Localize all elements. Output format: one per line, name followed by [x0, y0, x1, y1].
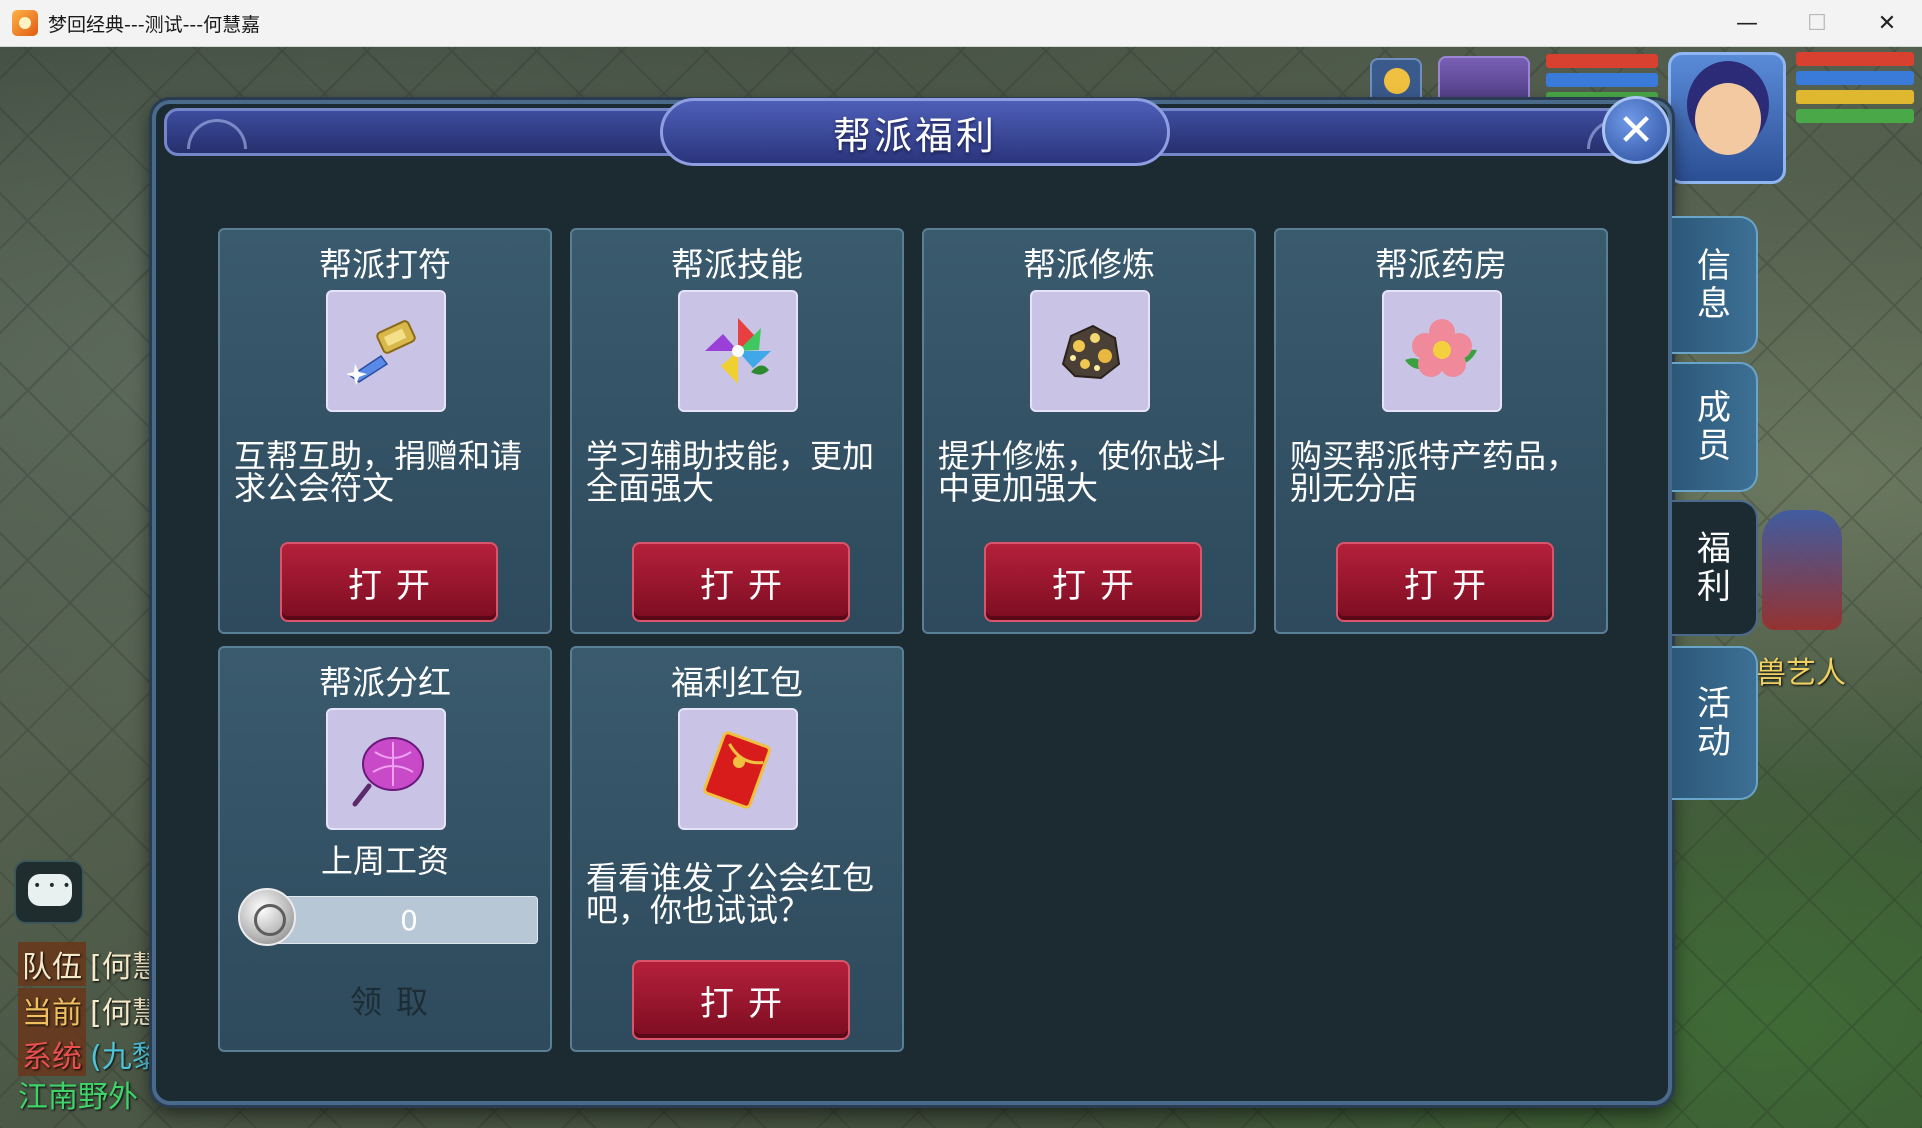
card-guild-skills: 帮派技能 学习辅助技能，更加全面强大 打开 — [570, 228, 904, 634]
dialog-close-button[interactable]: ✕ — [1602, 96, 1670, 164]
pet-mp-bar — [1546, 73, 1658, 87]
chat-bubble-icon[interactable] — [14, 860, 84, 924]
salary-amount-field: 0 — [260, 896, 538, 944]
minimize-button[interactable]: — — [1712, 0, 1782, 47]
card-title: 福利红包 — [671, 663, 803, 702]
maximize-button[interactable]: ☐ — [1782, 0, 1852, 47]
red-envelope-icon — [678, 708, 798, 830]
window-title: 梦回经典---测试---何慧嘉 — [48, 13, 261, 36]
chat-line: 当前 [何慧 — [18, 988, 162, 1032]
card-description: 学习辅助技能，更加全面强大 — [586, 437, 875, 507]
tab-activities[interactable]: 活 动 — [1672, 646, 1758, 800]
open-guild-pharmacy-button[interactable]: 打开 — [1336, 542, 1554, 622]
window-close-button[interactable]: ✕ — [1852, 0, 1922, 47]
card-title: 帮派修炼 — [1023, 245, 1155, 284]
dialog-title-plate: 帮派福利 — [660, 98, 1170, 166]
pet-avatar[interactable] — [1438, 56, 1530, 106]
player-mp-bar — [1796, 71, 1914, 85]
chat-channel: 当前 — [18, 988, 86, 1032]
npc-name: 兽艺人 — [1756, 656, 1846, 691]
open-red-packet-button[interactable]: 打开 — [632, 960, 850, 1040]
silver-coin-icon — [238, 888, 296, 946]
card-title: 帮派技能 — [671, 245, 803, 284]
last-week-salary-label: 上周工资 — [320, 842, 449, 880]
chat-line: 系统 (九黎 — [18, 1032, 162, 1076]
card-title: 帮派分红 — [319, 663, 451, 702]
card-description: 提升修炼，使你战斗中更加强大 — [938, 437, 1227, 507]
claim-dividend-button[interactable]: 领取 — [280, 972, 498, 1028]
card-guild-pharmacy: 帮派药房 购买帮派特产药品，别无分店 打开 — [1274, 228, 1608, 634]
chat-text: [何慧 — [90, 950, 162, 985]
chat-text: (九黎 — [90, 1040, 162, 1075]
tab-info[interactable]: 信 息 — [1672, 216, 1758, 354]
window-controls: — ☐ ✕ — [1712, 0, 1922, 47]
talisman-icon — [326, 290, 446, 412]
card-description: 互帮互助，捐赠和请求公会符文 — [234, 437, 523, 507]
chat-location: 江南野外 — [18, 1080, 138, 1115]
app-icon — [12, 10, 38, 36]
player-status-bars — [1796, 52, 1914, 128]
pet-portrait[interactable] — [1370, 58, 1422, 104]
dialog-title: 帮派福利 — [832, 113, 997, 158]
purse-icon — [326, 708, 446, 830]
guild-benefits-dialog: 帮派福利 ✕ 帮派打符 互帮互助，捐赠和请求公会符文 打开 帮派技能 学习辅助技… — [152, 96, 1672, 1105]
open-guild-cultivation-button[interactable]: 打开 — [984, 542, 1202, 622]
chat-channel: 队伍 — [18, 942, 86, 986]
card-guild-talisman: 帮派打符 互帮互助，捐赠和请求公会符文 打开 — [218, 228, 552, 634]
card-guild-dividend: 帮派分红 上周工资 0 领取 — [218, 646, 552, 1052]
pet-hp-bar — [1546, 54, 1658, 68]
window-titlebar: 梦回经典---测试---何慧嘉 — ☐ ✕ — [0, 0, 1922, 47]
tab-members[interactable]: 成 员 — [1672, 362, 1758, 492]
card-description: 看看谁发了公会红包吧，你也试试？ — [586, 859, 875, 929]
open-guild-talisman-button[interactable]: 打开 — [280, 542, 498, 622]
player-exp-bar — [1796, 109, 1914, 123]
card-title: 帮派打符 — [319, 245, 451, 284]
header-swirl-ornament — [187, 119, 247, 149]
card-description: 购买帮派特产药品，别无分店 — [1290, 437, 1579, 507]
flower-icon — [1382, 290, 1502, 412]
pinwheel-icon — [678, 290, 798, 412]
player-anger-bar — [1796, 90, 1914, 104]
player-avatar[interactable] — [1668, 52, 1786, 184]
player-hp-bar — [1796, 52, 1914, 66]
card-guild-cultivation: 帮派修炼 提升修炼，使你战斗中更加强大 打开 — [922, 228, 1256, 634]
card-title: 帮派药房 — [1375, 245, 1507, 284]
ore-icon — [1030, 290, 1150, 412]
chat-channel: 系统 — [18, 1032, 86, 1076]
chat-text: [何慧 — [90, 996, 162, 1031]
card-welfare-red-packet: 福利红包 看看谁发了公会红包吧，你也试试？ 打开 — [570, 646, 904, 1052]
npc-character[interactable] — [1762, 510, 1842, 630]
open-guild-skills-button[interactable]: 打开 — [632, 542, 850, 622]
tab-benefits[interactable]: 福 利 — [1672, 500, 1758, 636]
chat-line: 队伍 [何慧 — [18, 942, 162, 986]
